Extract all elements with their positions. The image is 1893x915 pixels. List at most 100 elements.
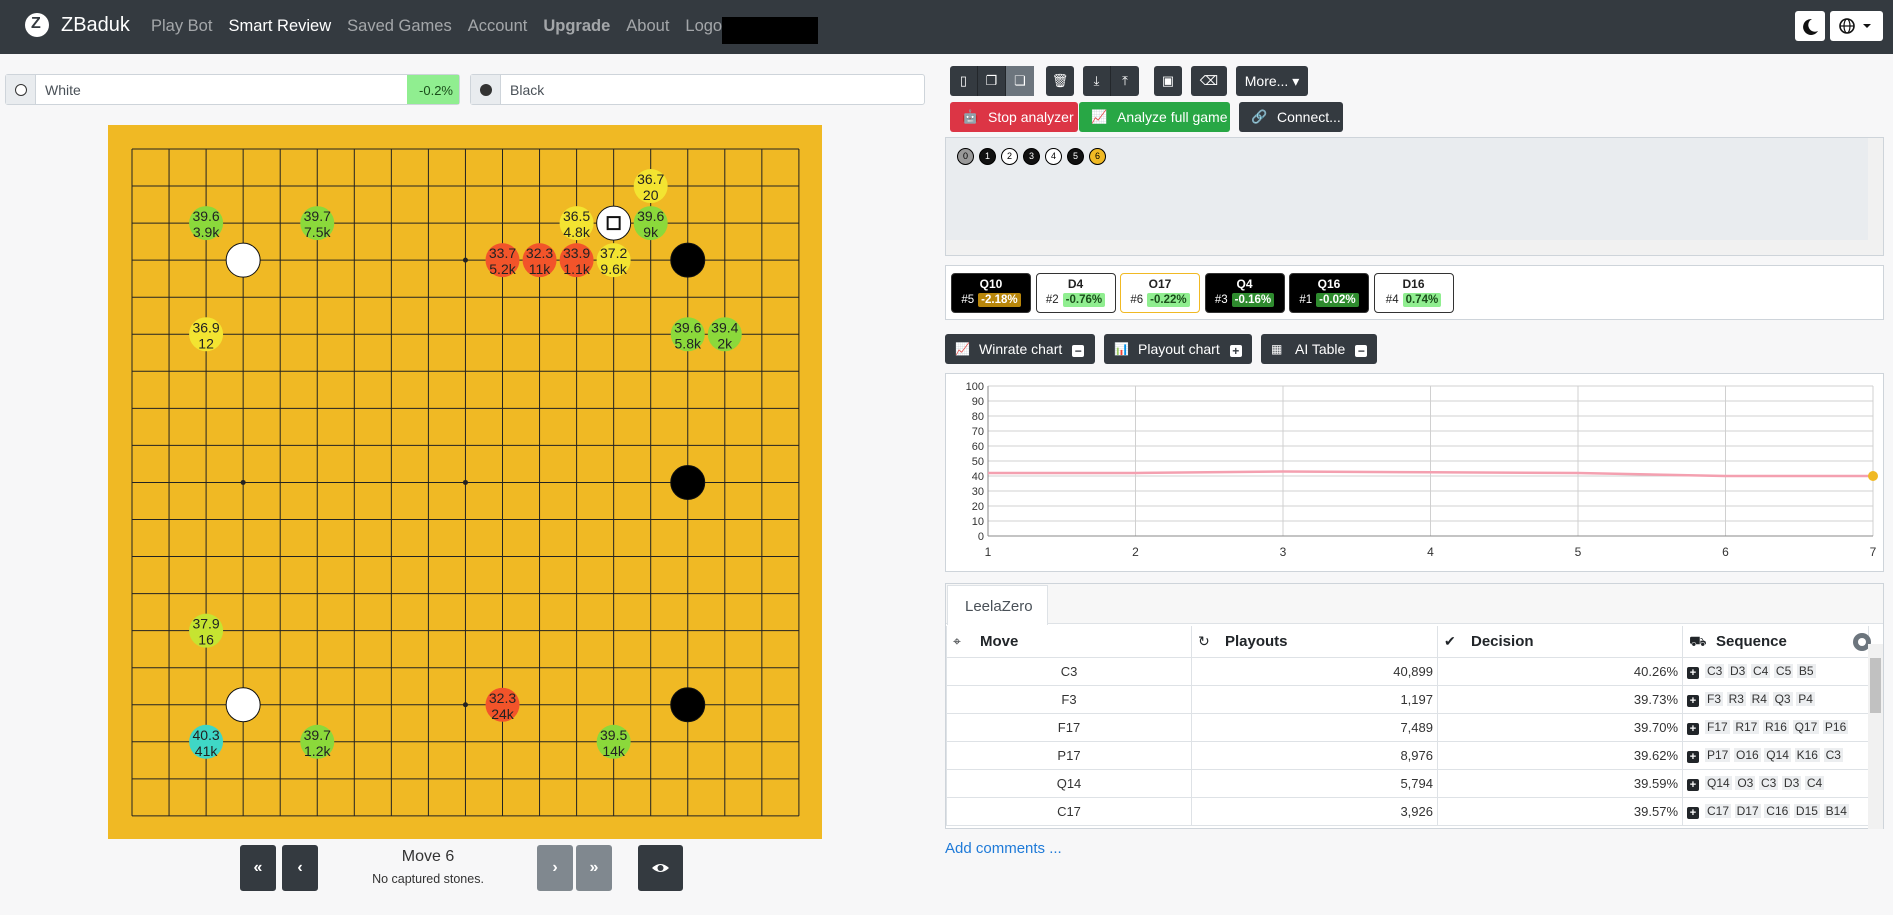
tree-node-2[interactable]: 2 (1001, 148, 1018, 165)
sequence-move[interactable]: Q3 (1772, 692, 1793, 706)
expand-sequence-icon[interactable]: + (1687, 695, 1699, 707)
sequence-move[interactable]: Q14 (1705, 776, 1732, 790)
suggestion-M16[interactable]: 32.311k (522, 243, 557, 278)
suggestion-O16[interactable]: 37.29.6k (596, 243, 631, 278)
toggle-view-button[interactable] (638, 845, 683, 891)
tree-vertical-scrollbar[interactable] (1868, 138, 1883, 241)
sequence-move[interactable]: C3 (1705, 664, 1725, 678)
expand-sequence-icon[interactable]: + (1687, 723, 1699, 735)
sequence-move[interactable]: R17 (1733, 720, 1760, 734)
tree-node-4[interactable]: 4 (1045, 148, 1062, 165)
sequence-move[interactable]: P17 (1705, 748, 1731, 762)
tab-leelazero[interactable]: LeelaZero (947, 585, 1048, 625)
next-move-button[interactable]: › (537, 845, 573, 891)
col-sequence[interactable]: ⛟ Sequence (1682, 626, 1869, 658)
table-row[interactable]: F17 7,489 39.70% + F17 R17 R16 Q17 P16 (946, 712, 1869, 742)
sequence-move[interactable]: C4 (1750, 664, 1771, 678)
suggestion-C6[interactable]: 37.916 (189, 613, 224, 648)
last-move-button[interactable]: » (576, 845, 612, 891)
col-decision[interactable]: ✔ Decision (1437, 626, 1683, 658)
history-card-Q16[interactable]: Q16 #1 -0.02% (1289, 273, 1369, 313)
sequence-move[interactable]: O3 (1735, 776, 1756, 790)
suggestion-N17[interactable]: 36.54.8k (559, 206, 594, 241)
nav-smart-review[interactable]: Smart Review (228, 17, 331, 36)
add-comments-link[interactable]: Add comments ... (945, 840, 1062, 857)
tree-node-3[interactable]: 3 (1023, 148, 1040, 165)
col-playouts[interactable]: ↻ Playouts (1191, 626, 1438, 658)
eraser-icon[interactable]: ⌫ (1191, 66, 1227, 96)
prev-move-button[interactable]: ‹ (282, 845, 318, 891)
save-icon[interactable]: ▣ (1154, 66, 1182, 96)
suggestion-O3[interactable]: 39.514k (596, 724, 631, 759)
table-row[interactable]: C17 3,926 39.57% + C17 D17 C16 D15 B14 (946, 796, 1869, 826)
more-dropdown-button[interactable]: More... ▾ (1236, 66, 1308, 96)
connect-button[interactable]: 🔗 Connect... (1239, 102, 1343, 132)
expand-sequence-icon[interactable]: + (1687, 779, 1699, 791)
table-row[interactable]: F3 1,197 39.73% + F3 R3 R4 Q3 P4 (946, 684, 1869, 714)
history-card-O17[interactable]: O17 #6 -0.22% (1120, 273, 1200, 313)
sequence-move[interactable]: D15 (1793, 804, 1820, 818)
sequence-move[interactable]: C17 (1705, 804, 1732, 818)
expand-sequence-icon[interactable]: + (1687, 751, 1699, 763)
suggestion-C17[interactable]: 39.63.9k (189, 206, 224, 241)
paste-icon[interactable]: ❏ (1006, 66, 1034, 96)
expand-sequence-icon[interactable]: + (1687, 807, 1699, 819)
suggestion-Q14[interactable]: 39.65.8k (670, 317, 705, 352)
table-scrollbar-thumb[interactable] (1870, 658, 1881, 713)
ai-table-button[interactable]: ▦ AI Table − (1261, 334, 1377, 364)
tree-node-1[interactable]: 1 (979, 148, 996, 165)
sequence-move[interactable]: D3 (1781, 776, 1802, 790)
col-move[interactable]: ⌖ Move (946, 626, 1192, 658)
suggestion-P17[interactable]: 39.69k (633, 206, 668, 241)
table-row[interactable]: P17 8,976 39.62% + P17 O16 Q14 K16 C3 (946, 740, 1869, 770)
sequence-move[interactable]: P4 (1796, 692, 1815, 706)
analyze-full-game-button[interactable]: 📈 Analyze full game (1079, 102, 1230, 132)
sequence-move[interactable]: Q17 (1792, 720, 1820, 734)
sequence-move[interactable]: D17 (1734, 804, 1761, 818)
move-tree[interactable]: 0 1 2 3 4 5 6 (945, 137, 1884, 256)
go-board[interactable]: 39.6 3.9k 39.7 7.5k 33.7 5.2k 32.3 11k 33.9 1.1k 3… (108, 125, 822, 839)
sequence-move[interactable]: P16 (1822, 720, 1849, 734)
suggestion-C14[interactable]: 36.912 (189, 317, 224, 352)
tree-node-6[interactable]: 6 (1089, 148, 1106, 165)
trash-icon[interactable]: 🗑 (1046, 66, 1074, 96)
suggestion-C3[interactable]: 40.341k (189, 724, 224, 759)
stop-analyzer-button[interactable]: 🤖 Stop analyzer (950, 102, 1078, 132)
board-grid[interactable]: 39.63.9k39.77.5k33.75.2k32.311k33.91.1k3… (108, 125, 822, 839)
nav-about[interactable]: About (626, 17, 669, 36)
history-card-D4[interactable]: D4 #2 -0.76% (1035, 273, 1116, 313)
suggestion-R14[interactable]: 39.42k (707, 317, 742, 352)
tree-node-0[interactable]: 0 (957, 148, 974, 165)
first-move-button[interactable]: « (240, 845, 276, 891)
sequence-move[interactable]: C16 (1764, 804, 1791, 818)
brand[interactable]: ZBaduk (25, 13, 130, 37)
black-player-name[interactable]: Black (501, 75, 924, 104)
sequence-move[interactable]: C5 (1773, 664, 1794, 678)
sequence-move[interactable]: D3 (1727, 664, 1748, 678)
suggestion-N16[interactable]: 33.91.1k (559, 243, 594, 278)
expand-sequence-icon[interactable]: + (1687, 667, 1699, 679)
sequence-move[interactable]: R3 (1726, 692, 1746, 706)
nav-play-bot[interactable]: Play Bot (151, 17, 212, 36)
sequence-move[interactable]: R16 (1762, 720, 1789, 734)
suggestion-L4[interactable]: 32.324k (485, 687, 520, 722)
playout-chart-button[interactable]: 📊 Playout chart + (1104, 334, 1252, 364)
sequence-move[interactable]: F17 (1705, 720, 1730, 734)
language-button[interactable] (1830, 11, 1883, 41)
sequence-move[interactable]: B14 (1823, 804, 1849, 818)
sequence-move[interactable]: F3 (1705, 692, 1724, 706)
sequence-move[interactable]: C3 (1758, 776, 1779, 790)
upload-icon[interactable]: ⤒ (1111, 66, 1139, 96)
suggestion-F3[interactable]: 39.71.2k (300, 724, 335, 759)
sequence-move[interactable]: O16 (1733, 748, 1761, 762)
tree-node-5[interactable]: 5 (1067, 148, 1084, 165)
table-scrollbar[interactable] (1868, 644, 1883, 829)
current-move-marker[interactable] (1868, 471, 1878, 481)
white-player-name[interactable]: White (36, 75, 407, 104)
suggestion-L16[interactable]: 33.75.2k (485, 243, 520, 278)
sequence-move[interactable]: R4 (1749, 692, 1769, 706)
sequence-move[interactable]: B5 (1796, 664, 1816, 678)
history-card-Q10[interactable]: Q10 #5 -2.18% (951, 273, 1031, 313)
dark-mode-button[interactable] (1795, 11, 1825, 41)
suggestion-P18[interactable]: 36.720 (633, 169, 668, 204)
